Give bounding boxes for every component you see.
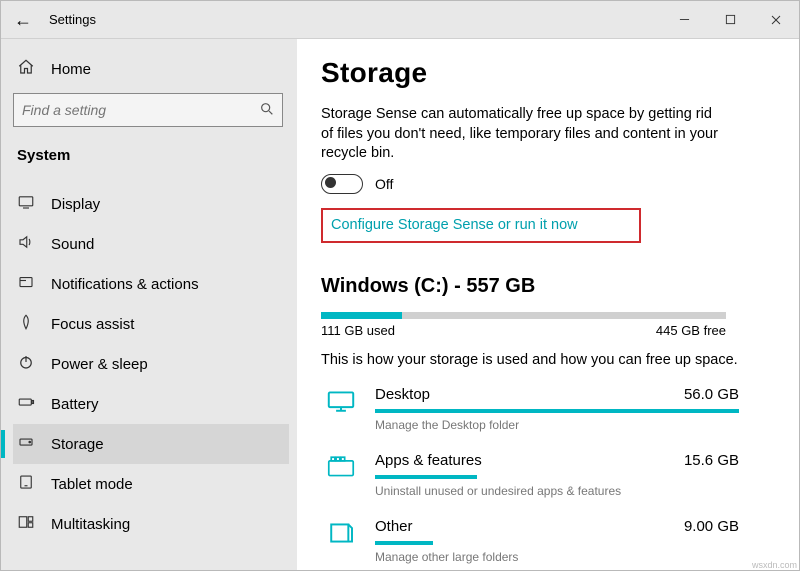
category-size: 15.6 GB [684, 452, 739, 469]
toggle-label: Off [375, 176, 393, 192]
nav-label: Notifications & actions [51, 276, 199, 293]
back-button[interactable]: ← [1, 1, 45, 39]
home-icon [17, 58, 35, 80]
configure-storage-sense-link[interactable]: Configure Storage Sense or run it now [331, 217, 578, 233]
desktop-icon [321, 386, 361, 416]
home-label: Home [51, 61, 91, 78]
nav-power-sleep[interactable]: Power & sleep [13, 344, 289, 384]
other-icon [321, 518, 361, 548]
drive-usage-labels: 111 GB used 445 GB free [321, 323, 726, 338]
category-bar [375, 475, 477, 479]
sound-icon [17, 233, 35, 255]
titlebar: ← Settings [1, 1, 799, 39]
category-name: Other [375, 518, 413, 535]
display-icon [17, 193, 35, 215]
notifications-icon [17, 273, 35, 295]
category-size: 56.0 GB [684, 386, 739, 403]
multitasking-icon [17, 513, 35, 535]
nav-notifications[interactable]: Notifications & actions [13, 264, 289, 304]
nav-tablet-mode[interactable]: Tablet mode [13, 464, 289, 504]
content-pane: Storage Storage Sense can automatically … [297, 39, 799, 570]
sidebar: Home System Display Sound Notifications [1, 39, 297, 570]
storage-sense-toggle-row: Off [321, 174, 739, 194]
search-box[interactable] [13, 93, 283, 127]
nav-storage[interactable]: Storage [13, 424, 289, 464]
nav-battery[interactable]: Battery [13, 384, 289, 424]
highlight-box: Configure Storage Sense or run it now [321, 208, 641, 243]
nav-label: Storage [51, 436, 104, 453]
close-button[interactable] [753, 1, 799, 39]
search-icon [259, 101, 275, 120]
drive-heading: Windows (C:) - 557 GB [321, 275, 739, 298]
storage-sense-toggle[interactable] [321, 174, 363, 194]
category-other[interactable]: Other 9.00 GB Manage other large folders [321, 518, 739, 564]
window-title: Settings [45, 12, 96, 27]
category-sub: Manage the Desktop folder [375, 418, 739, 432]
usage-description: This is how your storage is used and how… [321, 352, 739, 368]
settings-window: ← Settings Home System Display [0, 0, 800, 571]
body: Home System Display Sound Notifications [1, 39, 799, 570]
battery-icon [17, 393, 35, 415]
nav-sound[interactable]: Sound [13, 224, 289, 264]
minimize-button[interactable] [661, 1, 707, 39]
nav-display[interactable]: Display [13, 184, 289, 224]
category-desktop[interactable]: Desktop 56.0 GB Manage the Desktop folder [321, 386, 739, 432]
nav-label: Battery [51, 396, 99, 413]
category-name: Apps & features [375, 452, 482, 469]
category-name: Desktop [375, 386, 430, 403]
storage-icon [17, 433, 35, 455]
category-bar [375, 409, 739, 413]
category-size: 9.00 GB [684, 518, 739, 535]
category-body: Desktop 56.0 GB Manage the Desktop folder [375, 386, 739, 432]
used-label: 111 GB used [321, 323, 395, 338]
nav-list: Display Sound Notifications & actions Fo… [13, 184, 289, 544]
category-sub: Manage other large folders [375, 550, 739, 564]
category-sub: Uninstall unused or undesired apps & fea… [375, 484, 739, 498]
storage-sense-desc: Storage Sense can automatically free up … [321, 105, 721, 164]
apps-icon [321, 452, 361, 482]
nav-label: Focus assist [51, 316, 134, 333]
nav-focus-assist[interactable]: Focus assist [13, 304, 289, 344]
home-link[interactable]: Home [13, 51, 289, 87]
search-input[interactable] [13, 93, 283, 127]
nav-multitasking[interactable]: Multitasking [13, 504, 289, 544]
free-label: 445 GB free [656, 323, 726, 338]
watermark: wsxdn.com [752, 560, 797, 570]
drive-usage-bar [321, 312, 726, 319]
window-controls [661, 1, 799, 39]
section-system: System [13, 141, 289, 184]
power-icon [17, 353, 35, 375]
drive-usage-fill [321, 312, 402, 319]
nav-label: Power & sleep [51, 356, 148, 373]
nav-label: Display [51, 196, 100, 213]
maximize-button[interactable] [707, 1, 753, 39]
category-bar [375, 541, 433, 545]
category-apps[interactable]: Apps & features 15.6 GB Uninstall unused … [321, 452, 739, 498]
focus-assist-icon [17, 313, 35, 335]
tablet-icon [17, 473, 35, 495]
category-body: Apps & features 15.6 GB Uninstall unused … [375, 452, 739, 498]
category-body: Other 9.00 GB Manage other large folders [375, 518, 739, 564]
nav-label: Sound [51, 236, 94, 253]
page-title: Storage [321, 57, 739, 89]
nav-label: Multitasking [51, 516, 130, 533]
nav-label: Tablet mode [51, 476, 133, 493]
